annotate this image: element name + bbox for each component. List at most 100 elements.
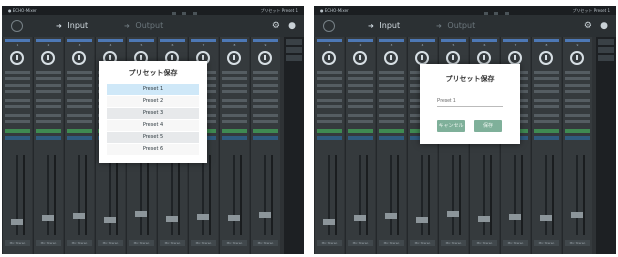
channel-control[interactable] [565, 90, 590, 93]
channel-control[interactable] [5, 84, 30, 87]
channel-control[interactable] [36, 84, 61, 87]
fader-track[interactable] [264, 155, 266, 235]
channel-control[interactable] [222, 84, 247, 87]
channel-control[interactable] [5, 71, 30, 74]
channel-control[interactable] [317, 120, 342, 123]
gain-knob[interactable] [477, 51, 491, 65]
channel-control[interactable] [253, 71, 278, 74]
channel-control[interactable] [379, 90, 404, 93]
preset-item[interactable]: Preset 1 [107, 84, 199, 95]
channel-control[interactable] [348, 84, 373, 87]
cancel-button[interactable]: キャンセル [437, 120, 465, 132]
send-button[interactable] [317, 136, 342, 140]
channel-control[interactable] [222, 71, 247, 74]
channel-control[interactable] [534, 99, 559, 102]
side-item[interactable] [286, 55, 302, 61]
channel-control[interactable] [534, 71, 559, 74]
routing-button[interactable] [253, 129, 278, 133]
channel-control[interactable] [565, 77, 590, 80]
gain-knob[interactable] [41, 51, 55, 65]
fader-thumb[interactable] [571, 212, 583, 219]
channel-header[interactable] [503, 39, 528, 42]
channel-control[interactable] [348, 77, 373, 80]
channel-control[interactable] [222, 99, 247, 102]
send-button[interactable] [534, 136, 559, 140]
channel-control[interactable] [67, 71, 92, 74]
channel-control[interactable] [379, 114, 404, 117]
channel-control[interactable] [379, 71, 404, 74]
channel-control[interactable] [253, 114, 278, 117]
channel-header[interactable] [222, 39, 247, 42]
tab-output[interactable]: ➜ Output [124, 20, 163, 32]
send-button[interactable] [565, 136, 590, 140]
channel-control[interactable] [36, 71, 61, 74]
channel-control[interactable] [534, 84, 559, 87]
channel-control[interactable] [222, 90, 247, 93]
gain-knob[interactable] [72, 51, 86, 65]
channel-header[interactable] [253, 39, 278, 42]
fader-thumb[interactable] [416, 217, 428, 223]
channel-control[interactable] [36, 105, 61, 108]
channel-control[interactable] [348, 114, 373, 117]
channel-control[interactable] [253, 120, 278, 123]
channel-header[interactable] [410, 39, 435, 42]
channel-control[interactable] [222, 120, 247, 123]
routing-button[interactable] [36, 129, 61, 133]
preset-item[interactable]: Preset 5 [107, 132, 199, 143]
routing-button[interactable] [222, 129, 247, 133]
preset-item[interactable]: Preset 4 [107, 120, 199, 131]
gain-knob[interactable] [227, 51, 241, 65]
routing-button[interactable] [348, 129, 373, 133]
user-icon[interactable]: ● [600, 21, 608, 31]
channel-control[interactable] [317, 71, 342, 74]
channel-control[interactable] [565, 99, 590, 102]
channel-control[interactable] [222, 114, 247, 117]
fader-thumb[interactable] [135, 211, 147, 218]
channel-control[interactable] [379, 99, 404, 102]
send-button[interactable] [222, 136, 247, 140]
circle-icon[interactable] [11, 20, 23, 32]
channel-control[interactable] [67, 99, 92, 102]
fader-track[interactable] [140, 155, 142, 235]
channel-control[interactable] [348, 120, 373, 123]
channel-control[interactable] [534, 114, 559, 117]
fader-track[interactable] [576, 155, 578, 235]
channel-control[interactable] [534, 77, 559, 80]
channel-control[interactable] [565, 120, 590, 123]
channel-header[interactable] [5, 39, 30, 42]
preset-name-input[interactable] [437, 96, 503, 107]
fader-thumb[interactable] [42, 214, 54, 221]
preset-item[interactable]: Preset 2 [107, 96, 199, 107]
channel-control[interactable] [5, 77, 30, 80]
fader-track[interactable] [202, 155, 204, 235]
channel-control[interactable] [348, 105, 373, 108]
fader-track[interactable] [171, 155, 173, 235]
circle-icon[interactable] [323, 20, 335, 32]
channel-control[interactable] [317, 114, 342, 117]
channel-control[interactable] [67, 120, 92, 123]
channel-control[interactable] [36, 90, 61, 93]
fader-thumb[interactable] [509, 213, 521, 220]
send-button[interactable] [379, 136, 404, 140]
channel-header[interactable] [129, 39, 154, 42]
channel-control[interactable] [222, 105, 247, 108]
fader-track[interactable] [109, 155, 111, 235]
send-button[interactable] [67, 136, 92, 140]
channel-control[interactable] [36, 120, 61, 123]
channel-header[interactable] [348, 39, 373, 42]
channel-control[interactable] [5, 90, 30, 93]
send-button[interactable] [36, 136, 61, 140]
gain-knob[interactable] [508, 51, 522, 65]
send-button[interactable] [5, 136, 30, 140]
channel-control[interactable] [565, 105, 590, 108]
channel-header[interactable] [317, 39, 342, 42]
fader-thumb[interactable] [259, 212, 271, 219]
channel-control[interactable] [379, 105, 404, 108]
channel-control[interactable] [67, 77, 92, 80]
save-button[interactable]: 保存 [474, 120, 502, 132]
channel-header[interactable] [160, 39, 185, 42]
fader-track[interactable] [390, 155, 392, 235]
fader-track[interactable] [421, 155, 423, 235]
channel-control[interactable] [317, 90, 342, 93]
fader-thumb[interactable] [447, 211, 459, 218]
